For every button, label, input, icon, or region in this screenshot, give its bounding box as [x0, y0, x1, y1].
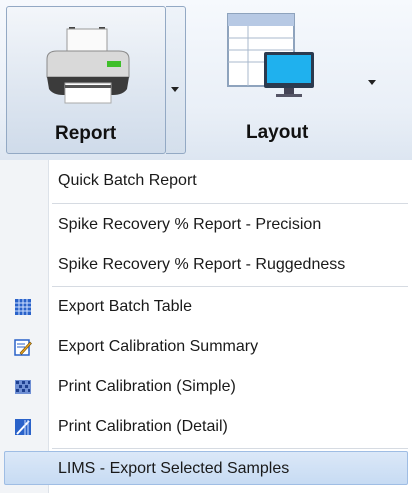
layout-label: Layout — [246, 122, 309, 143]
ribbon-bar: Report Layout — [0, 0, 412, 161]
chevron-down-icon — [368, 80, 376, 85]
menu-separator — [52, 203, 408, 204]
menu-item-label: Spike Recovery % Report - Ruggedness — [58, 256, 346, 273]
menu-item-spike-recovery-precision[interactable]: Spike Recovery % Report - Precision — [0, 206, 412, 244]
menu-item-label: Export Calibration Summary — [58, 338, 259, 355]
report-button[interactable]: Report — [6, 6, 166, 154]
menu-separator — [52, 286, 408, 287]
menu-item-label: Print Calibration (Simple) — [58, 378, 236, 395]
menu-item-export-batch-table[interactable]: Export Batch Table — [0, 288, 412, 326]
layout-dropdown-arrow[interactable] — [365, 76, 379, 90]
layout-button[interactable]: Layout — [200, 6, 380, 154]
menu-item-export-calibration-summary[interactable]: Export Calibration Summary — [0, 328, 412, 366]
calibration-detail-icon — [15, 419, 31, 435]
menu-item-label: Export Batch Table — [58, 298, 193, 315]
menu-separator — [52, 448, 408, 449]
layout-icon — [227, 13, 314, 97]
menu-item-print-calibration-simple[interactable]: Print Calibration (Simple) — [0, 368, 412, 406]
menu-item-print-calibration-detail[interactable]: Print Calibration (Detail) — [0, 408, 412, 446]
menu-item-label: Quick Batch Report — [58, 172, 197, 189]
calibration-grid-icon — [15, 380, 31, 394]
menu-item-label: Spike Recovery % Report - Precision — [58, 216, 322, 233]
printer-icon — [46, 27, 130, 104]
menu-item-label: LIMS - Export Selected Samples — [58, 460, 290, 477]
calibration-summary-icon — [14, 339, 32, 356]
table-grid-icon — [15, 299, 31, 315]
menu-item-spike-recovery-ruggedness[interactable]: Spike Recovery % Report - Ruggedness — [0, 246, 412, 284]
menu-item-lims-export-selected-samples[interactable]: LIMS - Export Selected Samples — [0, 450, 412, 488]
report-dropdown-arrow[interactable] — [166, 6, 186, 154]
menu-item-quick-batch-report[interactable]: Quick Batch Report — [0, 162, 412, 200]
report-dropdown-menu: Quick Batch Report Spike Recovery % Repo… — [0, 160, 412, 493]
report-label: Report — [55, 123, 117, 144]
menu-item-label: Print Calibration (Detail) — [58, 418, 228, 435]
chevron-down-icon — [171, 87, 179, 92]
